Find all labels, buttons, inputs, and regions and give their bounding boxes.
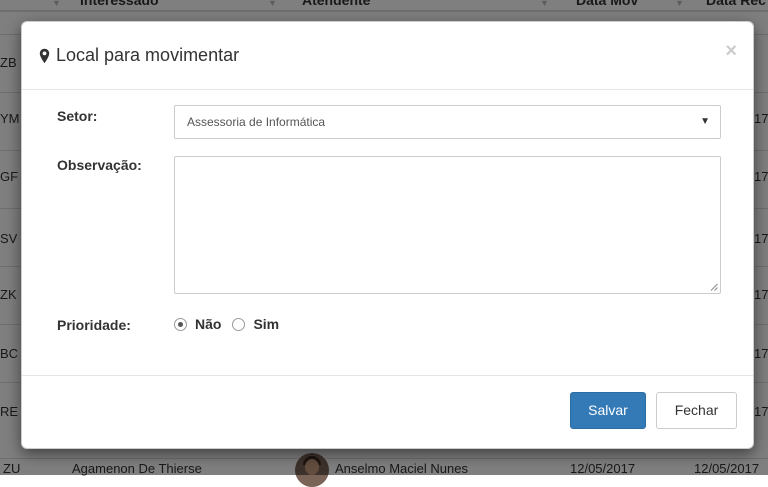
- setor-select[interactable]: Assessoria de Informática ▼: [174, 105, 721, 139]
- save-button[interactable]: Salvar: [570, 392, 646, 429]
- prioridade-sim-radio[interactable]: [232, 317, 246, 331]
- close-icon[interactable]: ×: [725, 41, 737, 61]
- prioridade-radio-group: Não Sim: [174, 316, 279, 332]
- prioridade-nao-label[interactable]: Não: [195, 316, 221, 332]
- map-marker-icon: [39, 48, 50, 63]
- observacao-label: Observação:: [57, 157, 142, 173]
- observacao-textarea[interactable]: [174, 156, 721, 294]
- prioridade-nao-radio[interactable]: [174, 317, 187, 331]
- move-location-dialog: Local para movimentar × Setor: Assessori…: [21, 21, 754, 449]
- setor-label: Setor:: [57, 108, 98, 124]
- modal-title-text: Local para movimentar: [56, 45, 240, 65]
- modal-footer: Salvar Fechar: [22, 375, 753, 450]
- dropdown-arrow-icon: ▼: [700, 116, 710, 127]
- modal-header: Local para movimentar ×: [22, 22, 753, 90]
- close-button[interactable]: Fechar: [656, 392, 737, 429]
- resize-handle-icon[interactable]: [710, 283, 718, 291]
- prioridade-sim-label[interactable]: Sim: [253, 316, 279, 332]
- prioridade-label: Prioridade:: [57, 317, 131, 333]
- modal-title: Local para movimentar: [39, 45, 239, 66]
- setor-selected-value: Assessoria de Informática: [187, 115, 326, 129]
